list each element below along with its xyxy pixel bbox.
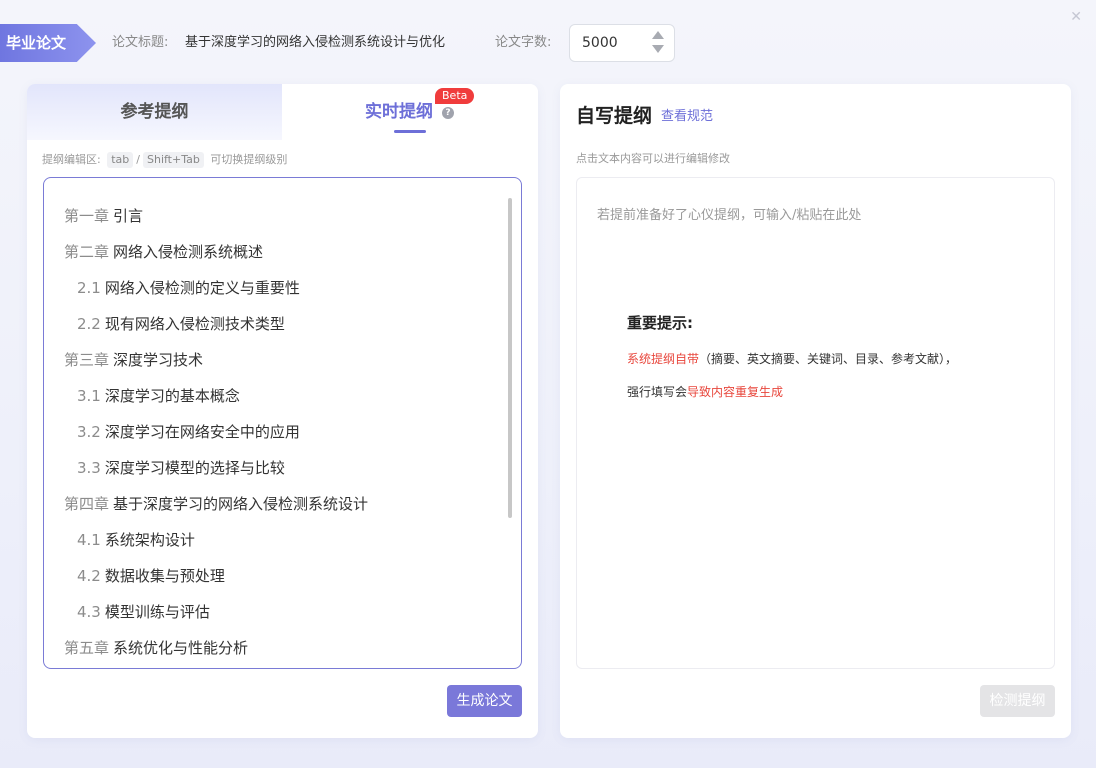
tab-realtime-outline[interactable]: 实时提纲 ? Beta <box>282 84 538 140</box>
editor-hint: 提纲编辑区: tab / Shift+Tab 可切换提纲级别 <box>42 152 287 168</box>
edit-hint: 点击文本内容可以进行编辑修改 <box>576 152 730 165</box>
outline-item-text[interactable]: 网络入侵检测系统概述 <box>113 243 263 261</box>
outline-item[interactable]: 第三章 深度学习技术 <box>64 342 504 378</box>
outline-item[interactable]: 3.3 深度学习模型的选择与比较 <box>64 450 504 486</box>
outline-item-number: 第四章 <box>64 495 110 513</box>
outline-item-text[interactable]: 深度学习技术 <box>113 351 203 369</box>
check-outline-button[interactable]: 检测提纲 <box>980 685 1055 717</box>
outline-item[interactable]: 2.2 现有网络入侵检测技术类型 <box>64 306 504 342</box>
outline-item-number: 第一章 <box>64 207 110 225</box>
custom-outline-placeholder[interactable]: 若提前准备好了心仪提纲，可输入/粘贴在此处 <box>597 204 861 223</box>
outline-item-text[interactable]: 现有网络入侵检测技术类型 <box>105 315 285 333</box>
view-guidelines-link[interactable]: 查看规范 <box>661 108 713 126</box>
beta-badge: Beta <box>435 88 475 104</box>
outline-item-number: 第五章 <box>64 639 110 657</box>
outline-item-number: 2.2 <box>77 315 101 333</box>
outline-item-number: 第三章 <box>64 351 110 369</box>
outline-item-number: 3.1 <box>77 387 101 405</box>
outline-item-text[interactable]: 深度学习在网络安全中的应用 <box>105 423 300 441</box>
generate-thesis-button[interactable]: 生成论文 <box>447 685 522 717</box>
outline-item-number: 2.1 <box>77 279 101 297</box>
title-label: 论文标题: <box>112 35 169 50</box>
outline-tabs: 参考提纲 实时提纲 ? Beta <box>27 84 538 140</box>
custom-outline-title: 自写提纲 <box>576 105 653 127</box>
thesis-badge: 毕业论文 <box>0 24 96 62</box>
outline-item-text[interactable]: 网络入侵检测的定义与重要性 <box>105 279 300 297</box>
title-value[interactable]: 基于深度学习的网络入侵检测系统设计与优化 <box>185 24 445 62</box>
outline-item-text[interactable]: 深度学习模型的选择与比较 <box>105 459 285 477</box>
outline-item-text[interactable]: 深度学习的基本概念 <box>105 387 240 405</box>
outline-item[interactable]: 3.1 深度学习的基本概念 <box>64 378 504 414</box>
notice-highlight-1: 系统提纲自带 <box>627 352 700 366</box>
outline-item-text[interactable]: 数据收集与预处理 <box>105 567 225 585</box>
editor-scrollbar[interactable] <box>508 198 512 518</box>
important-notice-line2: 强行填写会导致内容重复生成 <box>627 383 783 400</box>
important-notice-line1: 系统提纲自带（摘要、英文摘要、关键词、目录、参考文献）， <box>627 350 957 367</box>
outline-item-text[interactable]: 系统架构设计 <box>105 531 195 549</box>
outline-item[interactable]: 4.2 数据收集与预处理 <box>64 558 504 594</box>
notice-text-1: （摘要、英文摘要、关键词、目录、参考文献）， <box>699 352 958 366</box>
word-count-input[interactable]: 5000 <box>569 24 675 62</box>
outline-editor[interactable]: 第一章 引言 第二章 网络入侵检测系统概述 2.1 网络入侵检测的定义与重要性 2.2 现有网… <box>43 177 522 669</box>
hint-key-shift-tab: Shift+Tab <box>142 152 204 168</box>
outline-item-number: 4.3 <box>77 603 101 621</box>
hint-key-tab: tab <box>107 152 134 168</box>
word-count-value[interactable]: 5000 <box>582 25 618 61</box>
outline-item[interactable]: 第四章 基于深度学习的网络入侵检测系统设计 <box>64 486 504 522</box>
custom-outline-panel: 自写提纲 查看规范 点击文本内容可以进行编辑修改 若提前准备好了心仪提纲，可输入… <box>560 84 1071 738</box>
outline-item-number: 4.2 <box>77 567 101 585</box>
custom-outline-input[interactable]: 若提前准备好了心仪提纲，可输入/粘贴在此处 重要提示: 系统提纲自带（摘要、英文… <box>576 177 1055 669</box>
outline-item-number: 4.1 <box>77 531 101 549</box>
tab-reference-outline[interactable]: 参考提纲 <box>27 84 282 140</box>
outline-item-number: 3.2 <box>77 423 101 441</box>
hint-separator: / <box>136 153 140 166</box>
outline-panel: 参考提纲 实时提纲 ? Beta 提纲编辑区: tab / Shift+Tab 可切… <box>27 84 538 738</box>
outline-item-text[interactable]: 模型训练与评估 <box>105 603 210 621</box>
outline-item-number: 3.3 <box>77 459 101 477</box>
outline-item[interactable]: 4.1 系统架构设计 <box>64 522 504 558</box>
count-label: 论文字数: <box>495 35 552 50</box>
header: 毕业论文 论文标题: 基于深度学习的网络入侵检测系统设计与优化 论文字数: 50… <box>0 24 1096 62</box>
stepper-up-icon[interactable] <box>652 31 664 39</box>
important-notice-title: 重要提示: <box>627 314 693 332</box>
help-icon[interactable]: ? <box>442 107 454 119</box>
outline-item[interactable]: 第一章 引言 <box>64 198 504 234</box>
word-count-stepper[interactable] <box>652 31 664 55</box>
active-tab-indicator <box>394 130 426 133</box>
hint-prefix: 提纲编辑区: <box>42 153 101 166</box>
outline-item[interactable]: 2.1 网络入侵检测的定义与重要性 <box>64 270 504 306</box>
outline-item-text[interactable]: 引言 <box>113 207 143 225</box>
notice-text-2: 强行填写会 <box>627 385 688 399</box>
outline-item[interactable]: 3.2 深度学习在网络安全中的应用 <box>64 414 504 450</box>
outline-item-number: 第二章 <box>64 243 110 261</box>
outline-item[interactable]: 第二章 网络入侵检测系统概述 <box>64 234 504 270</box>
hint-suffix: 可切换提纲级别 <box>210 153 288 166</box>
notice-highlight-2: 导致内容重复生成 <box>687 385 784 399</box>
stepper-down-icon[interactable] <box>652 45 664 53</box>
close-icon[interactable]: ✕ <box>1070 10 1082 24</box>
outline-item[interactable]: 第五章 系统优化与性能分析 <box>64 630 504 666</box>
outline-list[interactable]: 第一章 引言 第二章 网络入侵检测系统概述 2.1 网络入侵检测的定义与重要性 2.2 现有网… <box>64 198 504 666</box>
outline-item-text[interactable]: 系统优化与性能分析 <box>113 639 248 657</box>
outline-item[interactable]: 4.3 模型训练与评估 <box>64 594 504 630</box>
outline-item-text[interactable]: 基于深度学习的网络入侵检测系统设计 <box>113 495 368 513</box>
